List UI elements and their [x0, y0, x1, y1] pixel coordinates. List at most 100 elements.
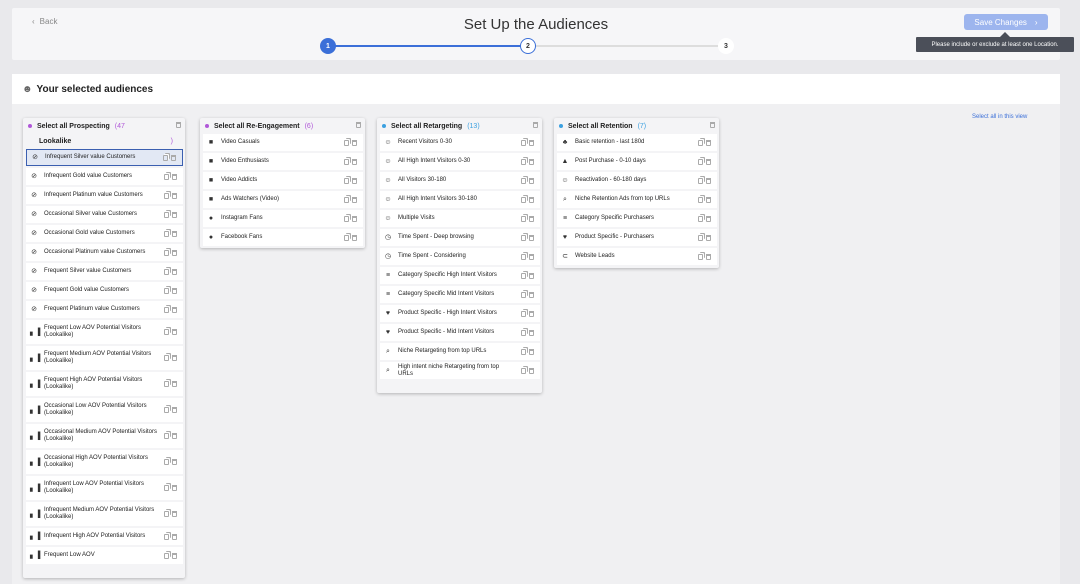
select-all-1[interactable]: Select all Re-Engagement (6)	[200, 118, 365, 134]
trash-icon[interactable]	[528, 253, 535, 261]
audience-item[interactable]: ⌕ High intent niche Retargeting from top …	[380, 362, 540, 379]
audience-item[interactable]: ☺ All High Intent Visitors 0-30	[380, 153, 540, 170]
trash-icon[interactable]	[528, 158, 535, 166]
trash-icon[interactable]	[705, 139, 712, 147]
trash-icon[interactable]	[528, 196, 535, 204]
audience-item[interactable]: ◷ Time Spent - Considering	[380, 248, 540, 265]
trash-icon[interactable]	[171, 192, 178, 200]
audience-item[interactable]: ▖▐ Infrequent Low AOV Potential Visitors …	[26, 476, 183, 500]
copy-icon[interactable]	[697, 158, 704, 166]
trash-icon[interactable]	[351, 196, 358, 204]
copy-icon[interactable]	[163, 173, 170, 181]
audience-item[interactable]: ☺ Multiple Visits	[380, 210, 540, 227]
column-trash-icon[interactable]	[710, 122, 715, 130]
audience-item[interactable]: ♣ Basic retention - last 180d	[557, 134, 717, 151]
copy-icon[interactable]	[163, 406, 170, 414]
audience-item[interactable]: ⊘ Infrequent Platinum value Customers	[26, 187, 183, 204]
audience-item[interactable]: ▖▐ Occasional Low AOV Potential Visitors …	[26, 398, 183, 422]
copy-icon[interactable]	[697, 177, 704, 185]
trash-icon[interactable]	[705, 196, 712, 204]
audience-item[interactable]: ☺ Reactivation - 60-180 days	[557, 172, 717, 189]
trash-icon[interactable]	[705, 177, 712, 185]
copy-icon[interactable]	[520, 215, 527, 223]
copy-icon[interactable]	[163, 533, 170, 541]
audience-item[interactable]: ☺ All Visitors 30-180	[380, 172, 540, 189]
select-all-3[interactable]: Select all Retention (7)	[554, 118, 719, 134]
trash-icon[interactable]	[171, 328, 178, 336]
audience-item[interactable]: ▖▐ Occasional Medium AOV Potential Visito…	[26, 424, 183, 448]
copy-icon[interactable]	[520, 310, 527, 318]
trash-icon[interactable]	[171, 287, 178, 295]
audience-item[interactable]: ◷ Time Spent - Deep browsing	[380, 229, 540, 246]
audience-item[interactable]: ● Facebook Fans	[203, 229, 363, 246]
trash-icon[interactable]	[171, 211, 178, 219]
copy-icon[interactable]	[163, 249, 170, 257]
trash-icon[interactable]	[528, 310, 535, 318]
copy-icon[interactable]	[163, 328, 170, 336]
audience-item[interactable]: ☺ Recent Visitors 0-30	[380, 134, 540, 151]
copy-icon[interactable]	[697, 139, 704, 147]
trash-icon[interactable]	[171, 230, 178, 238]
trash-icon[interactable]	[528, 177, 535, 185]
copy-icon[interactable]	[343, 139, 350, 147]
audience-item[interactable]: ⊘ Frequent Platinum value Customers	[26, 301, 183, 318]
copy-icon[interactable]	[343, 234, 350, 242]
trash-icon[interactable]	[171, 458, 178, 466]
audience-item[interactable]: ⊂ Website Leads	[557, 248, 717, 265]
audience-item[interactable]: ■ Video Addicts	[203, 172, 363, 189]
audience-item[interactable]: ⌕ Niche Retention Ads from top URLs	[557, 191, 717, 208]
audience-item[interactable]: ♥ Product Specific - Mid Intent Visitors	[380, 324, 540, 341]
copy-icon[interactable]	[520, 291, 527, 299]
copy-icon[interactable]	[697, 253, 704, 261]
audience-item[interactable]: ■ Video Casuals	[203, 134, 363, 151]
copy-icon[interactable]	[520, 329, 527, 337]
step-1[interactable]: 1	[320, 38, 336, 54]
trash-icon[interactable]	[528, 291, 535, 299]
trash-icon[interactable]	[351, 215, 358, 223]
trash-icon[interactable]	[705, 215, 712, 223]
copy-icon[interactable]	[520, 348, 527, 356]
copy-icon[interactable]	[697, 234, 704, 242]
copy-icon[interactable]	[162, 154, 169, 162]
audience-item[interactable]: ▖▐ Occasional High AOV Potential Visitors…	[26, 450, 183, 474]
audience-item[interactable]: ▲ Post Purchase - 0-10 days	[557, 153, 717, 170]
select-all-in-view-link[interactable]: Select all in this view	[972, 114, 1027, 120]
trash-icon[interactable]	[528, 367, 535, 375]
copy-icon[interactable]	[163, 287, 170, 295]
column-trash-icon[interactable]	[356, 122, 361, 130]
trash-icon[interactable]	[528, 329, 535, 337]
trash-icon[interactable]	[171, 406, 178, 414]
copy-icon[interactable]	[163, 211, 170, 219]
audience-item[interactable]: ≡ Category Specific Mid Intent Visitors	[380, 286, 540, 303]
copy-icon[interactable]	[163, 510, 170, 518]
trash-icon[interactable]	[171, 533, 178, 541]
trash-icon[interactable]	[528, 272, 535, 280]
audience-item[interactable]: ▖▐ Infrequent High AOV Potential Visitors	[26, 528, 183, 545]
copy-icon[interactable]	[163, 552, 170, 560]
copy-icon[interactable]	[163, 458, 170, 466]
copy-icon[interactable]	[343, 177, 350, 185]
copy-icon[interactable]	[697, 215, 704, 223]
copy-icon[interactable]	[520, 272, 527, 280]
audience-item[interactable]: ▖▐ Frequent Medium AOV Potential Visitors…	[26, 346, 183, 370]
copy-icon[interactable]	[343, 196, 350, 204]
audience-item[interactable]: ▖▐ Frequent Low AOV Potential Visitors (L…	[26, 320, 183, 344]
trash-icon[interactable]	[171, 354, 178, 362]
audience-item[interactable]: ⊘ Occasional Gold value Customers	[26, 225, 183, 242]
trash-icon[interactable]	[171, 306, 178, 314]
copy-icon[interactable]	[163, 230, 170, 238]
audience-item[interactable]: ⊘ Occasional Platinum value Customers	[26, 244, 183, 261]
trash-icon[interactable]	[171, 380, 178, 388]
trash-icon[interactable]	[171, 173, 178, 181]
audience-item[interactable]: ⊘ Occasional Silver value Customers	[26, 206, 183, 223]
trash-icon[interactable]	[351, 177, 358, 185]
copy-icon[interactable]	[520, 234, 527, 242]
audience-item[interactable]: ⊘ Infrequent Silver value Customers	[26, 149, 183, 166]
trash-icon[interactable]	[705, 234, 712, 242]
copy-icon[interactable]	[343, 215, 350, 223]
trash-icon[interactable]	[170, 154, 177, 162]
select-all-0[interactable]: Select all Prospecting (47	[23, 118, 185, 134]
audience-item[interactable]: ≡ Category Specific High Intent Visitors	[380, 267, 540, 284]
trash-icon[interactable]	[171, 552, 178, 560]
copy-icon[interactable]	[163, 380, 170, 388]
